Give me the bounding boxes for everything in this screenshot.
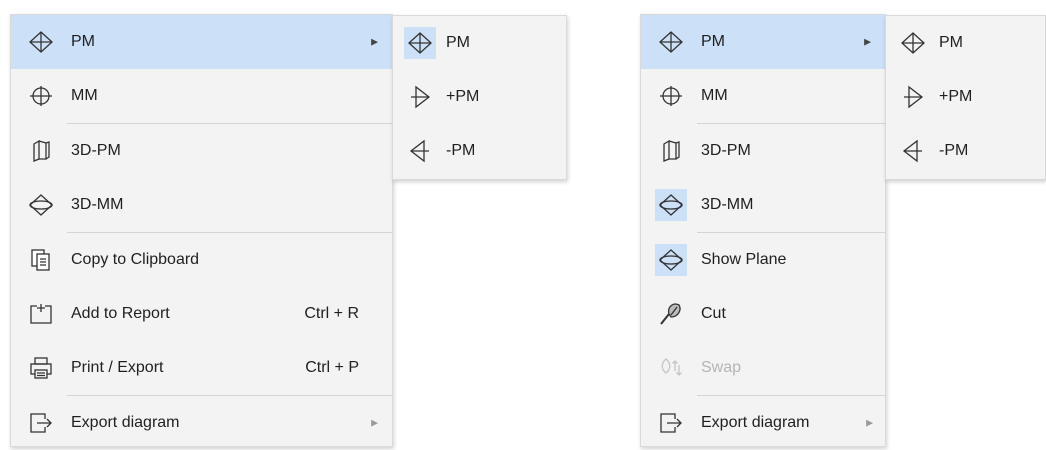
submenu-item-plus-pm[interactable]: +PM — [886, 70, 1045, 124]
menu-item-label: PM — [701, 33, 725, 50]
context-menu-right: PM ▶ MM 3D-PM 3D-MM Show Plane Cut Swap … — [640, 14, 886, 447]
plus-pm-icon — [393, 70, 446, 124]
menu-item-3d-pm[interactable]: 3D-PM — [641, 124, 885, 178]
submenu-item-pm[interactable]: PM — [393, 16, 566, 70]
3d-pm-icon — [641, 124, 701, 178]
menu-item-cut[interactable]: Cut — [641, 287, 885, 341]
menu-item-export-diagram[interactable]: Export diagram ▶ — [11, 396, 392, 450]
menu-item-shortcut: Ctrl + P — [305, 359, 359, 376]
menu-item-pm[interactable]: PM ▶ — [641, 15, 885, 69]
menu-item-label: Export diagram — [71, 414, 180, 431]
export-icon — [11, 396, 71, 450]
menu-item-label: 3D-PM — [71, 142, 121, 159]
menu-item-label: Export diagram — [701, 414, 810, 431]
submenu-item-label: -PM — [446, 142, 476, 159]
context-menu-left: PM ▶ MM 3D-PM 3D-MM Copy to Clipboard Ad… — [10, 14, 393, 447]
submenu-item-minus-pm[interactable]: -PM — [886, 124, 1045, 178]
submenu-item-minus-pm[interactable]: -PM — [393, 124, 566, 178]
menu-item-3d-mm[interactable]: 3D-MM — [641, 178, 885, 232]
add-report-icon — [11, 287, 71, 341]
submenu-arrow-icon: ▶ — [864, 36, 871, 47]
menu-item-label: 3D-MM — [701, 196, 754, 213]
cut-icon — [641, 287, 701, 341]
menu-item-mm[interactable]: MM — [641, 69, 885, 123]
menu-item-label: 3D-PM — [701, 142, 751, 159]
mm-icon — [641, 69, 701, 123]
menu-item-label: Print / Export — [71, 359, 164, 376]
minus-pm-icon — [393, 124, 446, 178]
show-plane-icon — [641, 233, 701, 287]
menu-item-add-to-report[interactable]: Add to Report Ctrl + R — [11, 287, 392, 341]
menu-item-swap[interactable]: Swap — [641, 341, 885, 395]
menu-item-label: 3D-MM — [71, 196, 124, 213]
submenu-item-pm[interactable]: PM — [886, 16, 1045, 70]
3d-mm-icon — [11, 178, 71, 232]
menu-item-label: Cut — [701, 305, 726, 322]
submenu-item-label: PM — [446, 34, 470, 51]
3d-pm-icon — [11, 124, 71, 178]
minus-pm-icon — [886, 124, 939, 178]
submenu-right: PM +PM -PM — [885, 15, 1046, 180]
menu-item-label: MM — [71, 87, 98, 104]
menu-item-label: PM — [71, 33, 95, 50]
submenu-arrow-icon: ▶ — [371, 417, 378, 428]
pm-icon — [641, 15, 701, 69]
menu-item-show-plane[interactable]: Show Plane — [641, 233, 885, 287]
menu-item-print-export[interactable]: Print / Export Ctrl + P — [11, 341, 392, 395]
menu-item-label: Copy to Clipboard — [71, 251, 200, 268]
menu-item-label: Show Plane — [701, 251, 787, 268]
pm-icon — [393, 16, 446, 70]
printer-icon — [11, 341, 71, 395]
pm-icon — [886, 16, 939, 70]
submenu-item-label: PM — [939, 34, 963, 51]
menu-item-export-diagram[interactable]: Export diagram ▶ — [641, 396, 885, 450]
menu-item-label: Swap — [701, 359, 742, 376]
mm-icon — [11, 69, 71, 123]
menu-item-3d-pm[interactable]: 3D-PM — [11, 124, 392, 178]
submenu-item-label: -PM — [939, 142, 969, 159]
submenu-item-plus-pm[interactable]: +PM — [393, 70, 566, 124]
menu-item-pm[interactable]: PM ▶ — [11, 15, 392, 69]
submenu-arrow-icon: ▶ — [371, 36, 378, 47]
menu-item-label: Add to Report — [71, 305, 170, 322]
menu-item-3d-mm[interactable]: 3D-MM — [11, 178, 392, 232]
export-icon — [641, 396, 701, 450]
swap-icon — [641, 341, 701, 395]
menu-item-label: MM — [701, 87, 728, 104]
menu-item-shortcut: Ctrl + R — [304, 305, 359, 322]
pm-icon — [11, 15, 71, 69]
submenu-arrow-icon: ▶ — [866, 417, 873, 428]
submenu-left: PM +PM -PM — [392, 15, 567, 180]
menu-item-mm[interactable]: MM — [11, 69, 392, 123]
plus-pm-icon — [886, 70, 939, 124]
clipboard-icon — [11, 233, 71, 287]
menu-item-copy-to-clipboard[interactable]: Copy to Clipboard — [11, 233, 392, 287]
3d-mm-icon — [641, 178, 701, 232]
submenu-item-label: +PM — [446, 88, 480, 105]
submenu-item-label: +PM — [939, 88, 973, 105]
